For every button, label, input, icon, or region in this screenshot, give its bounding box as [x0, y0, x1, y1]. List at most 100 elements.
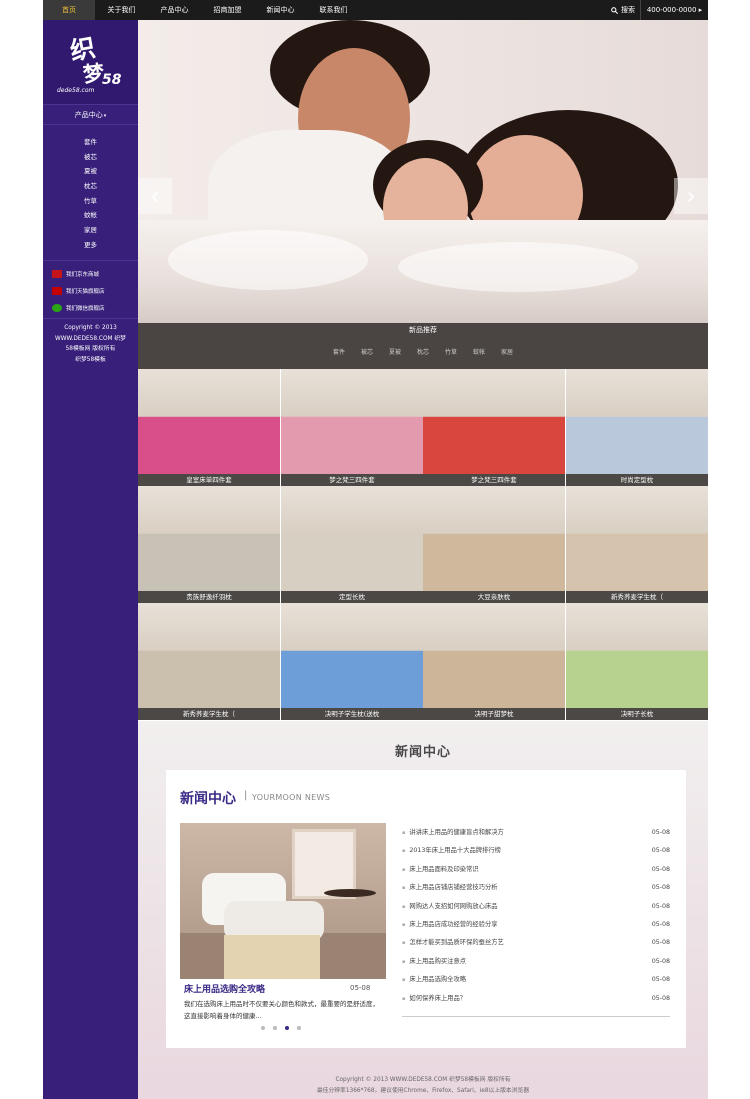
product-image: [423, 603, 565, 708]
news-item-date: 05-08: [651, 902, 670, 910]
product-tile[interactable]: 贵族舒逸纤羽枕: [138, 486, 280, 603]
featured-news-description: 我们在选购床上用品时不仅要关心颜色和款式，最重要的是舒适度，这直接影响着身体的健…: [184, 1000, 379, 1020]
product-tile[interactable]: 定型长枕: [281, 486, 423, 603]
news-item-date: 05-08: [651, 994, 670, 1002]
news-card: 新闻中心 | YOURMOON NEWS 床上用品选购全攻略 05-08 我们在…: [166, 770, 686, 1048]
carousel-dot[interactable]: [273, 1026, 277, 1030]
featured-image-table: [324, 889, 376, 897]
category-heading[interactable]: 产品中心▾: [43, 110, 138, 120]
nav-item-products[interactable]: 产品中心: [148, 0, 201, 20]
product-name: 决明子长枕: [566, 708, 708, 720]
footer: Copyright © 2013 WWW.DEDE58.COM 织梦58模板网 …: [138, 1075, 708, 1097]
news-item[interactable]: 床上用品面料及印染常识 05-08: [402, 861, 670, 879]
product-tile[interactable]: 大豆亲肤枕: [423, 486, 565, 603]
category-item[interactable]: 家居: [43, 223, 138, 238]
product-tile[interactable]: 时尚定型枕: [566, 369, 708, 486]
category-item[interactable]: 蚊帐: [43, 208, 138, 223]
product-name: 定型长枕: [281, 591, 423, 603]
news-item[interactable]: 怎样才能买到品质环保的蚕丝方艺 05-08: [402, 934, 670, 952]
sidebar-copyright: Copyright © 2013 WWW.DEDE58.COM 织梦 58模板网…: [43, 323, 138, 365]
news-item-title: 床上用品面料及印染常识: [402, 861, 478, 879]
product-image: [566, 369, 708, 474]
copyright-line: Copyright © 2013: [64, 325, 117, 331]
category-item[interactable]: 竹草: [43, 194, 138, 209]
news-item-title: 讲讲床上用品的健康盲点和解决方: [402, 824, 503, 842]
product-name: 大豆亲肤枕: [423, 591, 565, 603]
site-logo[interactable]: 织 梦 58 dede58.com: [43, 20, 138, 104]
product-tile[interactable]: 决明子甜梦枕: [423, 603, 565, 720]
carousel-dot[interactable]: [261, 1026, 265, 1030]
phone-text: 400-000-0000: [646, 6, 697, 14]
new-products-tab[interactable]: 夏被: [389, 347, 401, 356]
news-item[interactable]: 床上用品店铺店铺经营技巧分析 05-08: [402, 879, 670, 897]
product-image: [423, 486, 565, 591]
search-icon: [611, 6, 618, 14]
category-item[interactable]: 更多: [43, 238, 138, 253]
news-item-date: 05-08: [651, 920, 670, 928]
product-tile[interactable]: 皇室床单四件套: [138, 369, 280, 486]
news-card-title: 新闻中心: [180, 791, 236, 807]
new-products-tab[interactable]: 套件: [333, 347, 345, 356]
category-item[interactable]: 枕芯: [43, 179, 138, 194]
nav-item-contact[interactable]: 联系我们: [307, 0, 360, 20]
nav-item-about[interactable]: 关于我们: [95, 0, 148, 20]
footer-browser-note: 最佳分辨率1366*768，建议使用Chrome、Firefox、Safari、…: [316, 1088, 530, 1094]
shop-link-label: 我们天猫旗舰店: [66, 288, 105, 295]
product-tile[interactable]: 梦之梵三四件套: [423, 369, 565, 486]
hero-prev-button[interactable]: ‹: [138, 178, 172, 214]
category-item[interactable]: 套件: [43, 135, 138, 150]
search-label: 搜索: [621, 6, 635, 14]
shop-link-label: 我们京东商城: [66, 271, 100, 278]
new-products-title: 新品推荐: [409, 326, 437, 334]
featured-news-title[interactable]: 床上用品选购全攻略: [184, 982, 265, 995]
news-card-subtitle: YOURMOON NEWS: [252, 793, 331, 802]
new-products-tab[interactable]: 被芯: [361, 347, 373, 356]
category-item[interactable]: 夏被: [43, 164, 138, 179]
top-nav-bar: 首页 关于我们 产品中心 招商加盟 新闻中心 联系我们 搜索 400-000-0…: [43, 0, 708, 20]
carousel-dot-active[interactable]: [285, 1026, 289, 1030]
hero-blanket-fold: [398, 242, 638, 292]
carousel-dot[interactable]: [297, 1026, 301, 1030]
product-image: [138, 603, 280, 708]
shop-link-jd[interactable]: 我们京东商城: [52, 265, 105, 282]
product-image: [566, 486, 708, 591]
news-item[interactable]: 床上用品选购全攻略 05-08: [402, 971, 670, 989]
hero-banner[interactable]: ‹ ›: [138, 20, 708, 323]
search-button[interactable]: 搜索: [611, 0, 635, 20]
product-tile[interactable]: 新秀荞麦学生枕（: [566, 486, 708, 603]
news-item-title: 床上用品店成功经营的经验分享: [402, 916, 497, 934]
news-item[interactable]: 床上用品店成功经营的经验分享 05-08: [402, 916, 670, 934]
new-products-tab[interactable]: 家居: [501, 347, 513, 356]
product-tile[interactable]: 新秀荞麦学生枕（: [138, 603, 280, 720]
shop-link-wechat[interactable]: 我们微信旗舰店: [52, 299, 105, 316]
hero-next-button[interactable]: ›: [674, 178, 708, 214]
news-item[interactable]: 如何保养床上用品？ 05-08: [402, 990, 670, 1008]
nav-item-franchise[interactable]: 招商加盟: [201, 0, 254, 20]
new-products-tab[interactable]: 竹草: [445, 347, 457, 356]
news-item[interactable]: 床上用品购买注意点 05-08: [402, 953, 670, 971]
news-item[interactable]: 网购达人支招如何网购放心床品 05-08: [402, 898, 670, 916]
chevron-right-icon: ›: [686, 182, 696, 210]
product-tile[interactable]: 决明子学生枕(送枕: [281, 603, 423, 720]
shop-link-tmall[interactable]: 我们天猫旗舰店: [52, 282, 105, 299]
copyright-line: 织梦58模板: [75, 356, 106, 363]
featured-news-image[interactable]: [180, 823, 386, 979]
nav-item-home[interactable]: 首页: [43, 0, 95, 20]
category-item[interactable]: 被芯: [43, 150, 138, 165]
new-products-tab[interactable]: 枕芯: [417, 347, 429, 356]
nav-item-news[interactable]: 新闻中心: [254, 0, 307, 20]
divider: [43, 124, 138, 125]
product-name: 时尚定型枕: [566, 474, 708, 486]
news-section: 新闻中心 新闻中心 | YOURMOON NEWS 床上用品选购全攻略 05-0…: [138, 721, 708, 1099]
news-item[interactable]: 2013年床上用品十大品牌排行榜 05-08: [402, 842, 670, 860]
product-image: [281, 603, 423, 708]
news-item[interactable]: 讲讲床上用品的健康盲点和解决方 05-08: [402, 824, 670, 842]
new-products-tab[interactable]: 蚊帐: [473, 347, 485, 356]
page: 首页 关于我们 产品中心 招商加盟 新闻中心 联系我们 搜索 400-000-0…: [0, 0, 750, 1099]
news-item-date: 05-08: [651, 884, 670, 892]
phone-number: 400-000-0000 ▸: [640, 0, 708, 20]
product-image: [138, 486, 280, 591]
product-tile[interactable]: 决明子长枕: [566, 603, 708, 720]
product-tile[interactable]: 梦之梵三四件套: [281, 369, 423, 486]
product-name: 新秀荞麦学生枕（: [138, 708, 280, 720]
